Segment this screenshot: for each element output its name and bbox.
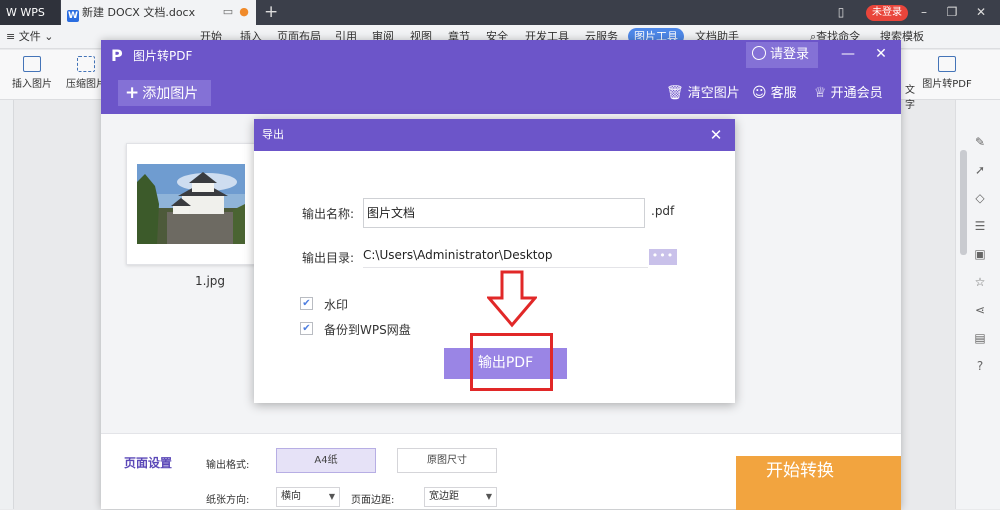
pdf-icon bbox=[938, 56, 956, 72]
clear-images-button[interactable]: 🗑 清空图片 bbox=[666, 84, 740, 103]
add-image-button[interactable]: + 添加图片 bbox=[118, 80, 211, 106]
restore-button[interactable]: ❐ bbox=[941, 3, 963, 22]
insert-picture-label: 插入图片 bbox=[12, 79, 52, 90]
backup-label: 备份到WPS网盘 bbox=[324, 323, 411, 337]
new-tab-button[interactable]: + bbox=[264, 2, 278, 22]
output-dir-label: 输出目录: bbox=[302, 251, 355, 265]
chat-icon: ☺ bbox=[752, 85, 767, 101]
file-menu[interactable]: ≡ 文件 ⌄ bbox=[6, 25, 53, 49]
dialog-close-icon[interactable]: ✕ bbox=[706, 125, 726, 145]
browse-button[interactable]: ••• bbox=[649, 249, 677, 265]
window-close-button[interactable]: ✕ bbox=[871, 44, 891, 64]
page-settings-title: 页面设置 bbox=[124, 456, 173, 470]
image-filename: 1.jpg bbox=[195, 274, 226, 288]
adjust-icon[interactable]: ☰ bbox=[973, 219, 987, 233]
page-settings-panel: 页面设置 输出格式: A4纸 原图尺寸 纸张方向: 横向 ▼ 页面边距: 宽边距 ▼… bbox=[101, 433, 901, 510]
picture-icon bbox=[23, 56, 41, 72]
picture-to-pdf-ribbon-label: 图片转PDF bbox=[922, 79, 972, 90]
add-image-label: 添加图片 bbox=[142, 86, 199, 102]
orientation-select[interactable]: 横向 ▼ bbox=[276, 487, 340, 507]
watermark-label: 水印 bbox=[324, 298, 349, 312]
cursor-icon[interactable]: ➚ bbox=[973, 163, 987, 177]
unsaved-dot-icon: ● bbox=[239, 5, 249, 18]
user-icon bbox=[752, 46, 766, 60]
sidebar-toggle-icon[interactable]: ▯ bbox=[830, 3, 852, 22]
shape-icon[interactable]: ◇ bbox=[973, 191, 987, 205]
customer-service-button[interactable]: ☺ 客服 bbox=[752, 84, 797, 103]
red-arrow-icon bbox=[487, 270, 537, 328]
vertical-ruler bbox=[0, 100, 14, 509]
highlight-box bbox=[470, 333, 553, 391]
image-icon[interactable]: ▣ bbox=[973, 247, 987, 261]
output-name-input[interactable]: 图片文档 bbox=[363, 198, 645, 228]
dropdown-arrow-icon: ▼ bbox=[328, 492, 335, 501]
pen-icon[interactable]: ✎ bbox=[973, 135, 987, 149]
crown-icon: ♕ bbox=[814, 85, 827, 101]
close-button[interactable]: ✕ bbox=[970, 3, 992, 22]
share-icon[interactable]: ⋖ bbox=[973, 303, 987, 317]
backup-checkbox[interactable]: ✔ bbox=[300, 322, 313, 335]
image-thumbnail-card[interactable] bbox=[126, 143, 256, 265]
plus-icon: + bbox=[125, 83, 140, 103]
document-tab-label: 新建 DOCX 文档.docx bbox=[82, 6, 196, 19]
window-minimize-button[interactable]: — bbox=[838, 44, 858, 64]
output-dir-value[interactable]: C:\Users\Administrator\Desktop bbox=[363, 248, 648, 268]
wps-home-tab[interactable]: W WPS bbox=[0, 0, 60, 25]
login-label: 请登录 bbox=[770, 47, 810, 62]
help-icon[interactable]: ? bbox=[973, 359, 987, 373]
login-button[interactable]: 请登录 bbox=[746, 42, 818, 68]
tab-display-icon[interactable]: ▭ bbox=[220, 4, 236, 20]
file-menu-label: 文件 bbox=[18, 30, 41, 43]
compress-picture-label: 压缩图片 bbox=[66, 79, 106, 90]
castle-photo bbox=[137, 164, 245, 244]
pdf-window-header: P 图片转PDF 请登录 — ✕ + 添加图片 🗑 清空图片 ☺ 客服 ♕ 开通会员 bbox=[101, 40, 901, 114]
customer-service-label: 客服 bbox=[770, 86, 797, 101]
picture-to-pdf-ribbon-button[interactable]: 图片转PDF bbox=[922, 56, 972, 90]
title-bar: W WPS W 新建 DOCX 文档.docx ▭ ● + ▯ 未登录 – ❐ ✕ bbox=[0, 0, 1000, 25]
output-name-label: 输出名称: bbox=[302, 207, 355, 221]
vip-label: 开通会员 bbox=[830, 86, 883, 101]
insert-picture-button[interactable]: 插入图片 bbox=[8, 56, 56, 90]
pdf-app-logo-icon: P bbox=[111, 46, 123, 65]
vertical-scrollbar[interactable] bbox=[960, 150, 967, 255]
chevron-down-icon: ⌄ bbox=[44, 30, 54, 43]
minimize-button[interactable]: – bbox=[913, 3, 935, 22]
hamburger-icon: ≡ bbox=[6, 30, 19, 43]
trash-icon: 🗑 bbox=[666, 85, 684, 101]
margin-label: 页面边距: bbox=[351, 495, 395, 506]
format-original-button[interactable]: 原图尺寸 bbox=[397, 448, 497, 473]
login-badge[interactable]: 未登录 bbox=[866, 5, 908, 21]
clear-images-label: 清空图片 bbox=[687, 86, 740, 101]
box-icon[interactable]: ▤ bbox=[973, 331, 987, 345]
export-dialog-header: 导出 ✕ bbox=[254, 119, 735, 151]
ribbon-text-button[interactable]: 文字 bbox=[901, 81, 919, 111]
wps-logo-icon: W bbox=[6, 6, 21, 19]
compress-icon bbox=[77, 56, 95, 72]
watermark-checkbox[interactable]: ✔ bbox=[300, 297, 313, 310]
margin-select[interactable]: 宽边距 ▼ bbox=[424, 487, 497, 507]
wps-tab-label: WPS bbox=[20, 6, 45, 19]
dropdown-arrow-icon: ▼ bbox=[485, 492, 492, 501]
compress-picture-button[interactable]: 压缩图片 bbox=[66, 56, 106, 90]
word-doc-icon: W bbox=[67, 10, 79, 22]
margin-value: 宽边距 bbox=[429, 491, 459, 502]
format-a4-button[interactable]: A4纸 bbox=[276, 448, 376, 473]
start-convert-button[interactable]: 开始转换 bbox=[736, 456, 901, 510]
orientation-value: 横向 bbox=[281, 491, 301, 502]
pdf-extension: .pdf bbox=[651, 204, 675, 218]
pdf-window-title: 图片转PDF bbox=[133, 49, 193, 63]
vip-button[interactable]: ♕ 开通会员 bbox=[814, 84, 883, 103]
orientation-label: 纸张方向: bbox=[206, 495, 250, 506]
export-dialog-title: 导出 bbox=[262, 128, 284, 141]
star-icon[interactable]: ☆ bbox=[973, 275, 987, 289]
output-format-label: 输出格式: bbox=[206, 460, 250, 471]
